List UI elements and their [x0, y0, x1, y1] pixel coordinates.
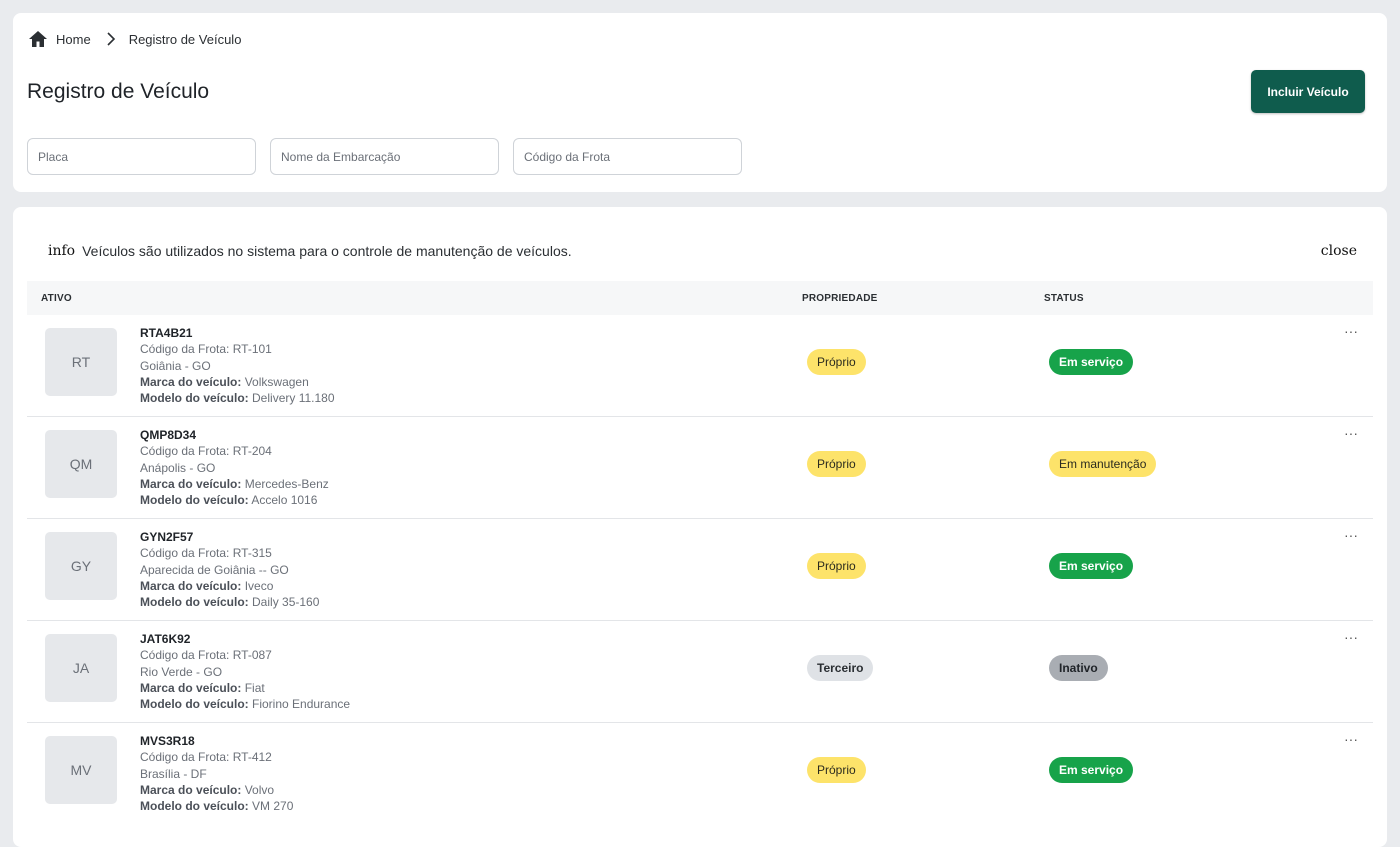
status-badge: Em manutenção: [1049, 451, 1157, 477]
status-badge: Em serviço: [1049, 757, 1134, 783]
vehicle-city: Aparecida de Goiânia -- GO: [140, 562, 289, 577]
filter-bar: [27, 138, 742, 175]
page-title: Registro de Veículo: [27, 80, 210, 103]
model-label: Modelo do veículo:: [140, 493, 249, 508]
model-value: Fiorino Endurance: [252, 697, 351, 712]
vehicle-plate[interactable]: GYN2F57: [140, 529, 319, 545]
info-banner: info Veículos são utilizados no sistema …: [48, 241, 1357, 261]
table-row[interactable]: QM QMP8D34 Código da Frota: RT-204 Anápo…: [27, 417, 1373, 519]
vehicle-brand: Marca do veículo: Volvo: [140, 782, 293, 798]
vehicle-avatar: RT: [45, 328, 117, 396]
vehicle-brand: Marca do veículo: Mercedes-Benz: [140, 476, 329, 492]
vehicle-avatar: MV: [45, 736, 117, 804]
vehicle-brand: Marca do veículo: Iveco: [140, 578, 319, 594]
breadcrumb-home-link[interactable]: Home: [56, 32, 91, 47]
placa-input[interactable]: [27, 138, 256, 175]
header-card: Home Registro de Veículo Registro de Veí…: [13, 13, 1387, 192]
status-badge: Inativo: [1049, 655, 1108, 681]
vehicle-city: Goiânia - GO: [140, 358, 211, 373]
close-info-button[interactable]: close: [1321, 243, 1357, 259]
brand-value: Mercedes-Benz: [244, 476, 329, 491]
vehicle-avatar: QM: [45, 430, 117, 498]
model-label: Modelo do veículo:: [140, 595, 249, 610]
brand-label: Marca do veículo:: [140, 374, 242, 389]
vehicle-fleet-code: Código da Frota: RT-315: [140, 546, 272, 561]
more-options-icon[interactable]: ···: [1341, 732, 1361, 749]
status-badge: Em serviço: [1049, 349, 1134, 375]
model-label: Modelo do veículo:: [140, 391, 249, 406]
brand-value: Fiat: [244, 680, 265, 695]
vehicle-info: RTA4B21 Código da Frota: RT-101 Goiânia …: [140, 325, 335, 406]
model-value: Accelo 1016: [251, 493, 318, 508]
ownership-badge: Próprio: [807, 757, 866, 783]
ownership-badge: Terceiro: [807, 655, 874, 681]
table-row[interactable]: JA JAT6K92 Código da Frota: RT-087 Rio V…: [27, 621, 1373, 723]
brand-label: Marca do veículo:: [140, 680, 242, 695]
table-row[interactable]: GY GYN2F57 Código da Frota: RT-315 Apare…: [27, 519, 1373, 621]
vehicle-plate[interactable]: JAT6K92: [140, 631, 350, 647]
vehicle-rows: RT RTA4B21 Código da Frota: RT-101 Goiân…: [27, 315, 1373, 825]
column-header-propriedade[interactable]: PROPRIEDADE: [802, 293, 878, 304]
vehicle-model: Modelo do veículo: Daily 35-160: [140, 594, 319, 610]
vehicle-avatar: JA: [45, 634, 117, 702]
breadcrumb: Home Registro de Veículo: [28, 29, 241, 49]
vehicle-city: Brasília - DF: [140, 766, 207, 781]
table-row[interactable]: RT RTA4B21 Código da Frota: RT-101 Goiân…: [27, 315, 1373, 417]
vehicle-plate[interactable]: QMP8D34: [140, 427, 329, 443]
more-options-icon[interactable]: ···: [1341, 630, 1361, 647]
vehicle-brand: Marca do veículo: Fiat: [140, 680, 350, 696]
home-icon[interactable]: [28, 29, 48, 49]
brand-value: Volvo: [244, 782, 275, 797]
embarcacao-input[interactable]: [270, 138, 499, 175]
table-header: ATIVO PROPRIEDADE STATUS: [27, 281, 1373, 315]
vehicle-city: Rio Verde - GO: [140, 664, 223, 679]
chevron-right-icon: [107, 32, 115, 46]
more-options-icon[interactable]: ···: [1341, 426, 1361, 443]
brand-value: Iveco: [244, 578, 274, 593]
ownership-badge: Próprio: [807, 553, 866, 579]
more-options-icon[interactable]: ···: [1341, 528, 1361, 545]
info-text: Veículos são utilizados no sistema para …: [82, 243, 572, 259]
vehicle-plate[interactable]: RTA4B21: [140, 325, 335, 341]
vehicle-model: Modelo do veículo: Fiorino Endurance: [140, 696, 350, 712]
model-value: VM 270: [252, 799, 294, 814]
vehicle-info: MVS3R18 Código da Frota: RT-412 Brasília…: [140, 733, 293, 814]
model-value: Daily 35-160: [252, 595, 320, 610]
vehicle-info: QMP8D34 Código da Frota: RT-204 Anápolis…: [140, 427, 329, 508]
info-icon: info: [48, 243, 76, 259]
vehicle-fleet-code: Código da Frota: RT-204: [140, 444, 272, 459]
vehicle-brand: Marca do veículo: Volkswagen: [140, 374, 335, 390]
brand-label: Marca do veículo:: [140, 476, 242, 491]
ownership-badge: Próprio: [807, 349, 866, 375]
add-vehicle-button[interactable]: Incluir Veículo: [1251, 70, 1365, 113]
vehicle-model: Modelo do veículo: Accelo 1016: [140, 492, 329, 508]
ownership-badge: Próprio: [807, 451, 866, 477]
table-row[interactable]: MV MVS3R18 Código da Frota: RT-412 Brasí…: [27, 723, 1373, 825]
vehicle-model: Modelo do veículo: VM 270: [140, 798, 293, 814]
vehicle-city: Anápolis - GO: [140, 460, 216, 475]
model-value: Delivery 11.180: [252, 391, 335, 406]
vehicle-fleet-code: Código da Frota: RT-087: [140, 648, 272, 663]
model-label: Modelo do veículo:: [140, 799, 249, 814]
status-badge: Em serviço: [1049, 553, 1134, 579]
frota-input[interactable]: [513, 138, 742, 175]
vehicle-list-card: info Veículos são utilizados no sistema …: [13, 207, 1387, 847]
column-header-ativo[interactable]: ATIVO: [41, 293, 72, 304]
brand-label: Marca do veículo:: [140, 782, 242, 797]
more-options-icon[interactable]: ···: [1341, 324, 1361, 341]
brand-label: Marca do veículo:: [140, 578, 242, 593]
vehicle-fleet-code: Código da Frota: RT-101: [140, 342, 272, 357]
column-header-status[interactable]: STATUS: [1044, 293, 1084, 304]
vehicle-info: GYN2F57 Código da Frota: RT-315 Aparecid…: [140, 529, 319, 610]
vehicle-fleet-code: Código da Frota: RT-412: [140, 750, 272, 765]
brand-value: Volkswagen: [244, 374, 309, 389]
model-label: Modelo do veículo:: [140, 697, 249, 712]
vehicle-info: JAT6K92 Código da Frota: RT-087 Rio Verd…: [140, 631, 350, 712]
vehicle-model: Modelo do veículo: Delivery 11.180: [140, 390, 335, 406]
vehicle-plate[interactable]: MVS3R18: [140, 733, 293, 749]
vehicle-avatar: GY: [45, 532, 117, 600]
breadcrumb-current: Registro de Veículo: [128, 31, 242, 47]
